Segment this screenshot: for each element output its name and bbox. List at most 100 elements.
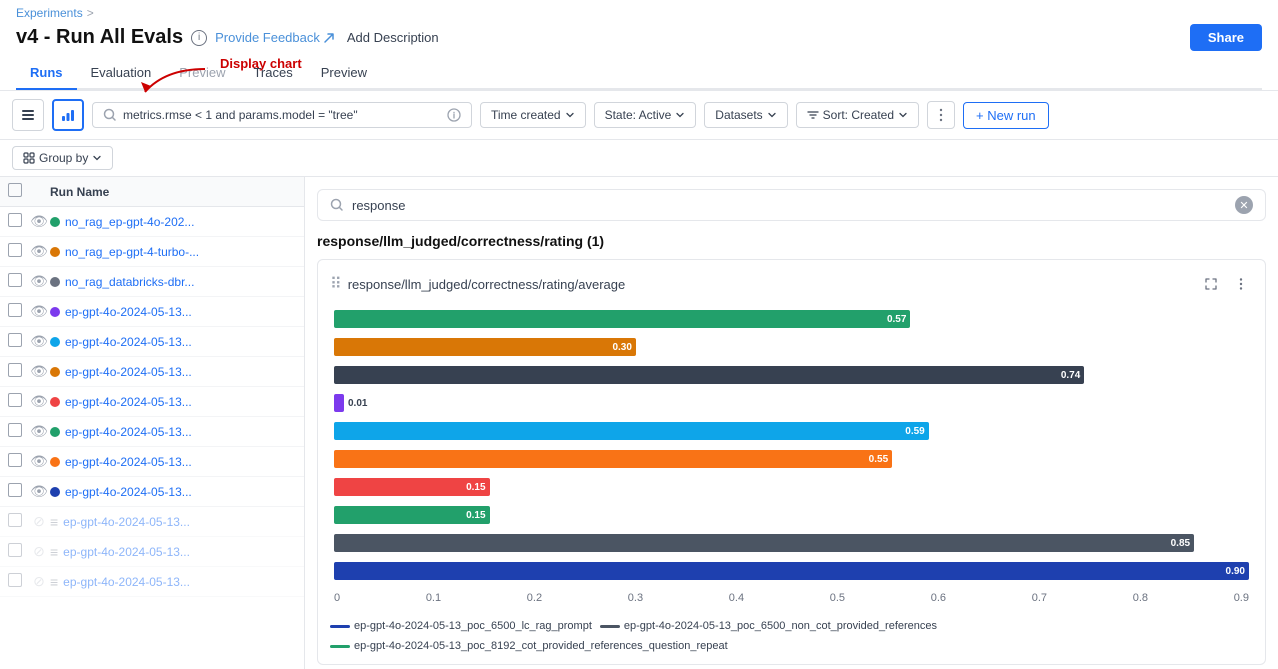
run-row[interactable]: 👁 no_rag_ep-gpt-4-turbo-... xyxy=(0,237,304,267)
visibility-icon[interactable]: 👁 xyxy=(30,393,48,410)
visibility-icon[interactable]: 👁 xyxy=(30,213,48,230)
share-button[interactable]: Share xyxy=(1190,24,1262,51)
group-icon xyxy=(23,152,35,164)
chart-actions xyxy=(1199,272,1253,296)
metric-search-icon xyxy=(330,198,344,212)
tab-traces[interactable]: Traces xyxy=(239,57,306,90)
clear-search-button[interactable]: ✕ xyxy=(1235,196,1253,214)
more-options-button[interactable] xyxy=(927,101,955,129)
chart-title: ⠿ response/llm_judged/correctness/rating… xyxy=(330,274,625,294)
row-checkbox[interactable] xyxy=(8,513,22,527)
tab-preview-1[interactable]: Preview xyxy=(165,57,239,90)
visibility-icon[interactable]: 👁 xyxy=(30,273,48,290)
x-axis-label: 0.5 xyxy=(830,592,845,604)
row-checkbox[interactable] xyxy=(8,393,22,407)
visibility-icon[interactable]: 👁 xyxy=(30,423,48,440)
list-view-button[interactable] xyxy=(12,99,44,131)
tab-preview-2[interactable]: Preview xyxy=(307,57,381,90)
x-axis-label: 0 xyxy=(334,592,340,604)
row-checkbox[interactable] xyxy=(8,243,22,257)
x-axis-label: 0.4 xyxy=(729,592,744,604)
breadcrumb-experiments[interactable]: Experiments xyxy=(16,6,83,20)
sort-filter[interactable]: Sort: Created xyxy=(796,102,919,128)
search-box xyxy=(92,102,472,128)
bar-label: 0.74 xyxy=(1061,370,1080,381)
search-info-icon[interactable] xyxy=(447,108,461,122)
bar-label: 0.59 xyxy=(905,426,924,437)
chart-legend: ep-gpt-4o-2024-05-13_poc_6500_lc_rag_pro… xyxy=(330,620,1253,652)
group-by-button[interactable]: Group by xyxy=(12,146,113,170)
run-row[interactable]: ⊘ ≡ep-gpt-4o-2024-05-13... xyxy=(0,507,304,537)
no-visibility-icon[interactable]: ⊘ xyxy=(33,573,45,590)
info-icon[interactable]: i xyxy=(191,30,207,46)
bar-row-3: 0.74 xyxy=(334,364,1249,386)
chart-more-button[interactable] xyxy=(1229,272,1253,296)
chart-view-button[interactable] xyxy=(52,99,84,131)
chart-header: ⠿ response/llm_judged/correctness/rating… xyxy=(330,272,1253,296)
visibility-icon[interactable]: 👁 xyxy=(30,243,48,260)
row-checkbox[interactable] xyxy=(8,363,22,377)
dots-vertical-icon-2 xyxy=(1234,277,1248,291)
run-row[interactable]: 👁 ep-gpt-4o-2024-05-13... xyxy=(0,357,304,387)
bar-row-1: 0.57 xyxy=(334,308,1249,330)
state-filter[interactable]: State: Active xyxy=(594,102,697,128)
bar-label-outside: 0.01 xyxy=(348,398,367,409)
bar-row-7: 0.15 xyxy=(334,476,1249,498)
run-row[interactable]: 👁 no_rag_databricks-dbr... xyxy=(0,267,304,297)
nav-tabs: Runs Evaluation Preview Traces Preview xyxy=(16,57,1262,90)
visibility-icon[interactable]: 👁 xyxy=(30,453,48,470)
no-visibility-icon[interactable]: ⊘ xyxy=(33,543,45,560)
no-visibility-icon[interactable]: ⊘ xyxy=(33,513,45,530)
row-checkbox[interactable] xyxy=(8,573,22,587)
x-axis-label: 0.6 xyxy=(931,592,946,604)
row-checkbox[interactable] xyxy=(8,213,22,227)
legend-item-1: ep-gpt-4o-2024-05-13_poc_6500_lc_rag_pro… xyxy=(330,620,592,632)
chart-card: ⠿ response/llm_judged/correctness/rating… xyxy=(317,259,1266,665)
page-title: v4 - Run All Evals xyxy=(16,26,183,49)
legend-color-1 xyxy=(330,625,350,628)
run-row[interactable]: 👁 ep-gpt-4o-2024-05-13... xyxy=(0,477,304,507)
visibility-icon[interactable]: 👁 xyxy=(30,333,48,350)
drag-handle[interactable]: ⠿ xyxy=(330,274,342,294)
visibility-icon[interactable]: 👁 xyxy=(30,303,48,320)
metric-title: response/llm_judged/correctness/rating (… xyxy=(317,233,1266,249)
fullscreen-button[interactable] xyxy=(1199,272,1223,296)
bar-label: 0.15 xyxy=(466,510,485,521)
search-input[interactable] xyxy=(123,108,441,122)
run-row[interactable]: 👁 ep-gpt-4o-2024-05-13... xyxy=(0,447,304,477)
bar-row-8: 0.15 xyxy=(334,504,1249,526)
row-checkbox[interactable] xyxy=(8,453,22,467)
visibility-icon[interactable]: 👁 xyxy=(30,483,48,500)
x-axis-label: 0.3 xyxy=(628,592,643,604)
select-all-checkbox[interactable] xyxy=(8,183,22,197)
run-row[interactable]: 👁 no_rag_ep-gpt-4o-202... xyxy=(0,207,304,237)
provide-feedback-link[interactable]: Provide Feedback xyxy=(215,30,335,45)
run-row[interactable]: ⊘ ≡ep-gpt-4o-2024-05-13... xyxy=(0,537,304,567)
tab-evaluation[interactable]: Evaluation xyxy=(77,57,166,90)
new-run-button[interactable]: + New run xyxy=(963,102,1049,129)
row-checkbox[interactable] xyxy=(8,423,22,437)
bar-row-4: 0.01 xyxy=(334,392,1249,414)
bar-row-5: 0.59 xyxy=(334,420,1249,442)
run-row[interactable]: ⊘ ≡ep-gpt-4o-2024-05-13... xyxy=(0,567,304,597)
time-created-filter[interactable]: Time created xyxy=(480,102,586,128)
run-row[interactable]: 👁 ep-gpt-4o-2024-05-13... xyxy=(0,297,304,327)
x-axis-label: 0.9 xyxy=(1234,592,1249,604)
metric-search-input[interactable] xyxy=(352,198,1227,213)
run-row[interactable]: 👁 ep-gpt-4o-2024-05-13... xyxy=(0,327,304,357)
tab-runs[interactable]: Runs xyxy=(16,57,77,90)
bar-row-2: 0.30 xyxy=(334,336,1249,358)
expand-icon xyxy=(1204,277,1218,291)
breadcrumb: Experiments > xyxy=(16,6,1262,20)
row-checkbox[interactable] xyxy=(8,543,22,557)
row-checkbox[interactable] xyxy=(8,303,22,317)
run-row[interactable]: 👁 ep-gpt-4o-2024-05-13... xyxy=(0,387,304,417)
add-description-link[interactable]: Add Description xyxy=(347,30,439,45)
visibility-icon[interactable]: 👁 xyxy=(30,363,48,380)
row-checkbox[interactable] xyxy=(8,273,22,287)
datasets-filter[interactable]: Datasets xyxy=(704,102,787,128)
row-checkbox[interactable] xyxy=(8,333,22,347)
row-checkbox[interactable] xyxy=(8,483,22,497)
main-content: Run Name 👁 no_rag_ep-gpt-4o-202... 👁 no_… xyxy=(0,177,1278,669)
run-row[interactable]: 👁 ep-gpt-4o-2024-05-13... xyxy=(0,417,304,447)
